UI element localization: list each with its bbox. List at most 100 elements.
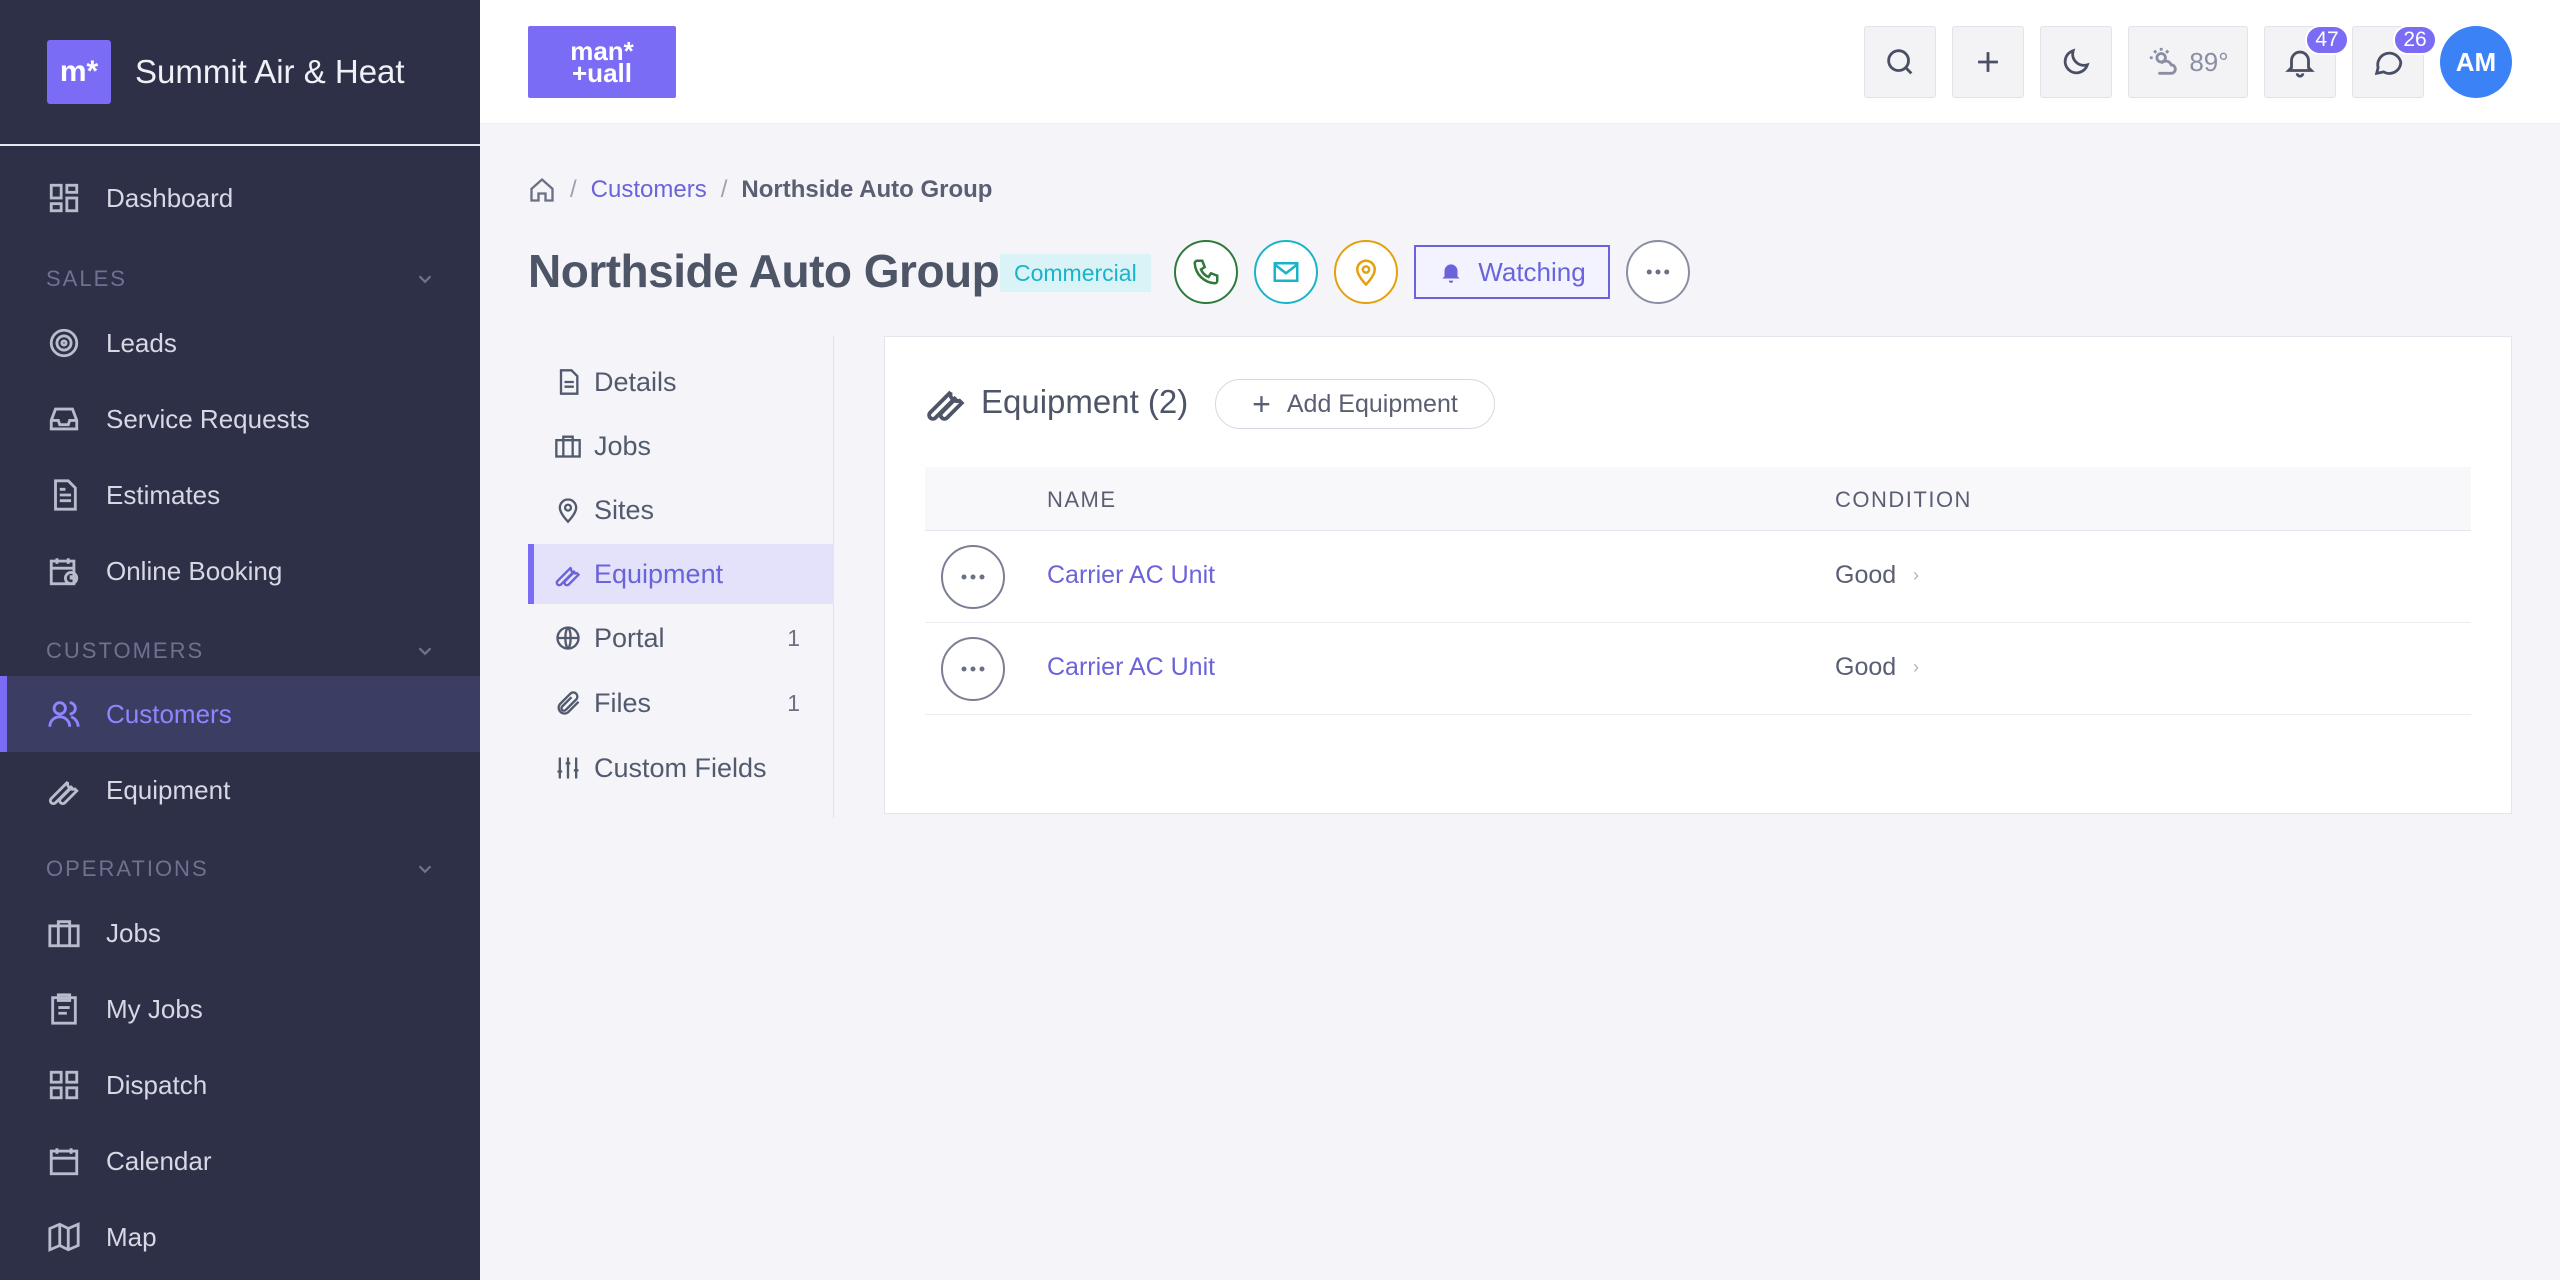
- messages-button[interactable]: 26: [2352, 25, 2437, 98]
- sidebar-item-jobs[interactable]: Jobs: [0, 895, 480, 971]
- table-row[interactable]: Carrier AC Unit Good ›: [925, 623, 2471, 715]
- more-icon: [961, 666, 985, 672]
- more-actions-button[interactable]: [1626, 240, 1690, 304]
- briefcase-icon: [555, 435, 581, 458]
- brand-name: Summit Air & Heat: [135, 53, 405, 90]
- chevron-right-icon: ›: [1913, 565, 1919, 585]
- email-button[interactable]: [1254, 240, 1318, 304]
- subnav-jobs[interactable]: Jobs: [528, 416, 834, 476]
- sidebar-item-equipment[interactable]: Equipment: [0, 752, 480, 828]
- notifications-badge: 47: [2305, 25, 2349, 55]
- phone-icon: [1193, 259, 1219, 285]
- row-actions-button[interactable]: [941, 637, 1005, 701]
- sidebar-item-label: Leads: [106, 327, 177, 358]
- subnav-count: 1: [787, 624, 800, 651]
- add-equipment-label: Add Equipment: [1286, 389, 1458, 418]
- subnav-label: Files: [594, 687, 652, 718]
- breadcrumb: / Customers / Northside Auto Group: [528, 172, 992, 208]
- equipment-panel: Equipment (2) + Add Equipment NAME CONDI…: [884, 336, 2512, 814]
- sidebar-item-estimates[interactable]: Estimates: [0, 457, 480, 533]
- dark-mode-toggle[interactable]: [2040, 26, 2112, 98]
- cloud-sun-icon: [2150, 47, 2178, 75]
- document-icon: [559, 369, 579, 395]
- section-sales[interactable]: SALES: [46, 259, 436, 299]
- sidebar-item-leads[interactable]: Leads: [0, 305, 480, 381]
- chevron-down-icon: [418, 647, 432, 656]
- plus-icon: +: [1252, 385, 1271, 422]
- call-button[interactable]: [1174, 240, 1238, 304]
- customer-subnav: Details Jobs Sites Equipment Portal 1 Fi…: [528, 336, 834, 818]
- more-icon: [1646, 269, 1670, 275]
- document-icon: [46, 477, 82, 513]
- plus-icon: [1978, 52, 1998, 72]
- subnav-label: Equipment: [594, 558, 724, 589]
- subnav-sites[interactable]: Sites: [528, 480, 834, 540]
- clipboard-icon: [46, 991, 82, 1027]
- sidebar-item-label: Online Booking: [106, 555, 283, 586]
- section-operations[interactable]: OPERATIONS: [46, 849, 436, 889]
- customer-type-tag: Commercial: [1000, 254, 1151, 292]
- brand-logo: m*: [47, 40, 111, 104]
- add-button[interactable]: [1952, 26, 2024, 98]
- users-icon: [46, 696, 82, 732]
- sidebar-item-my-jobs[interactable]: My Jobs: [0, 971, 480, 1047]
- breadcrumb-separator: /: [720, 176, 728, 203]
- sidebar-item-label: Jobs: [106, 917, 161, 948]
- search-button[interactable]: [1864, 26, 1936, 98]
- subnav-details[interactable]: Details: [528, 352, 834, 412]
- column-header-condition[interactable]: CONDITION: [1835, 487, 1972, 513]
- weather-temp: 89°: [2189, 46, 2229, 77]
- logo-line: +uall: [572, 58, 632, 88]
- location-button[interactable]: [1334, 240, 1398, 304]
- dashboard-icon: [46, 180, 82, 216]
- search-icon: [1887, 49, 1913, 75]
- section-customers[interactable]: CUSTOMERS: [46, 631, 436, 671]
- inbox-icon: [46, 401, 82, 437]
- sidebar-item-label: My Jobs: [106, 993, 203, 1024]
- sidebar-item-map[interactable]: Map: [0, 1199, 480, 1275]
- brand[interactable]: m* Summit Air & Heat: [0, 0, 480, 146]
- subnav-count: 1: [787, 689, 800, 716]
- moon-icon: [2063, 48, 2090, 75]
- globe-icon: [556, 626, 580, 650]
- calendar-icon: [46, 1143, 82, 1179]
- add-equipment-button[interactable]: + Add Equipment: [1215, 379, 1495, 429]
- subnav-label: Sites: [594, 494, 655, 525]
- manuall-logo[interactable]: man* +uall: [528, 26, 676, 98]
- messages-badge: 26: [2393, 25, 2437, 55]
- sidebar-item-label: Customers: [106, 698, 232, 729]
- weather-widget[interactable]: 89°: [2128, 26, 2248, 98]
- subnav-portal[interactable]: Portal 1: [528, 608, 834, 668]
- column-header-name[interactable]: NAME: [1047, 487, 1117, 513]
- subnav-files[interactable]: Files 1: [528, 673, 834, 733]
- chevron-down-icon: [418, 865, 432, 874]
- mail-icon: [1273, 262, 1299, 282]
- subnav-label: Portal: [594, 622, 665, 653]
- equipment-table: NAME CONDITION Carrier AC Unit Good › Ca…: [925, 467, 2471, 715]
- equipment-name-link[interactable]: Carrier AC Unit: [1047, 653, 1215, 682]
- breadcrumb-customers[interactable]: Customers: [591, 176, 707, 204]
- row-actions-button[interactable]: [941, 545, 1005, 609]
- sidebar-item-customers[interactable]: Customers: [0, 676, 480, 752]
- sidebar-item-service-requests[interactable]: Service Requests: [0, 381, 480, 457]
- topbar: man* +uall 89° 47 26 AM: [480, 0, 2560, 124]
- wrench-icon: [46, 772, 82, 808]
- subnav-custom-fields[interactable]: Custom Fields: [528, 738, 834, 798]
- subnav-label: Custom Fields: [594, 752, 767, 783]
- watching-button[interactable]: Watching: [1414, 245, 1610, 299]
- subnav-equipment[interactable]: Equipment: [528, 544, 834, 604]
- sidebar-item-dashboard[interactable]: Dashboard: [0, 160, 480, 236]
- sidebar-item-label: Estimates: [106, 479, 221, 510]
- table-row[interactable]: Carrier AC Unit Good ›: [925, 531, 2471, 623]
- sidebar-item-online-booking[interactable]: Online Booking: [0, 533, 480, 609]
- sidebar: m* Summit Air & Heat Dashboard SALES Lea…: [0, 0, 480, 1280]
- equipment-name-link[interactable]: Carrier AC Unit: [1047, 561, 1215, 590]
- notifications-button[interactable]: 47: [2264, 25, 2349, 98]
- section-label: CUSTOMERS: [46, 638, 205, 663]
- avatar[interactable]: AM: [2440, 26, 2512, 98]
- table-header: NAME CONDITION: [925, 467, 2471, 531]
- subnav-label: Details: [594, 366, 677, 397]
- sidebar-item-dispatch[interactable]: Dispatch: [0, 1047, 480, 1123]
- sidebar-item-calendar[interactable]: Calendar: [0, 1123, 480, 1199]
- home-icon[interactable]: [528, 176, 556, 204]
